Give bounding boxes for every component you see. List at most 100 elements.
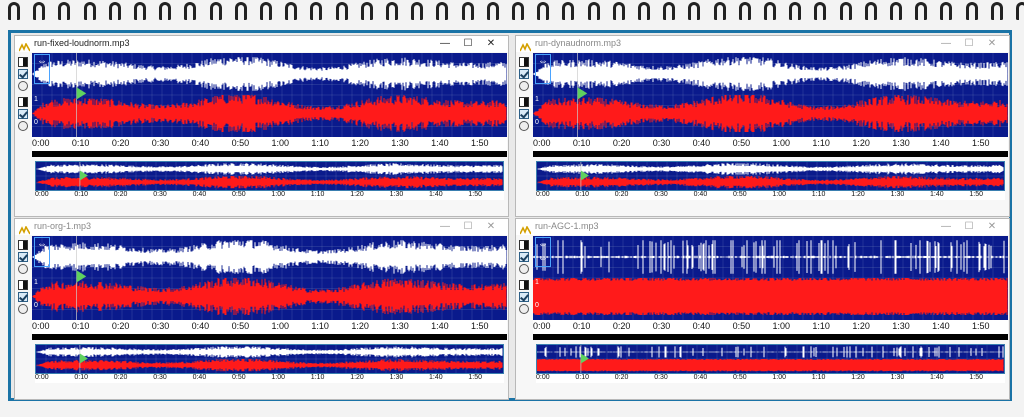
title-bar[interactable]: run-dynaudnorm.mp3 — ☐ ✕ bbox=[516, 36, 1009, 52]
overview-tick-label: 0:00 bbox=[35, 191, 49, 198]
channel-2-solo-checkbox[interactable] bbox=[18, 97, 28, 107]
channel-2-enable-checkbox[interactable] bbox=[519, 109, 529, 119]
overview-tick-label: 1:00 bbox=[271, 191, 286, 198]
channel-1-solo-checkbox[interactable] bbox=[18, 240, 28, 250]
close-button[interactable]: ✕ bbox=[985, 220, 999, 233]
waveform-view[interactable] bbox=[32, 53, 507, 142]
time-tick-label: 1:30 bbox=[892, 321, 910, 331]
scroll-track[interactable] bbox=[533, 151, 1008, 157]
selection-handles-icon[interactable]: ⇔ ⇔ bbox=[34, 54, 50, 84]
maximize-button[interactable]: ☐ bbox=[461, 220, 475, 233]
title-bar[interactable]: run-fixed-loudnorm.mp3 — ☐ ✕ bbox=[15, 36, 508, 52]
overview-tick-label: 0:50 bbox=[733, 191, 747, 198]
minimize-button[interactable]: — bbox=[438, 37, 452, 50]
selection-handles-icon[interactable]: ⇔ ⇔ bbox=[535, 237, 551, 267]
binding-ring-icon bbox=[184, 2, 197, 20]
audio-window[interactable]: run-dynaudnorm.mp3 — ☐ ✕ 1 0 ⇔ ⇔ 0:00 0:10 0:20 0:3… bbox=[515, 35, 1010, 217]
channel-1-solo-checkbox[interactable] bbox=[519, 57, 529, 67]
channel-2-enable-checkbox[interactable] bbox=[18, 292, 28, 302]
title-bar[interactable]: run-org-1.mp3 — ☐ ✕ bbox=[15, 219, 508, 235]
overview-tick-label: 0:10 bbox=[575, 374, 590, 381]
time-ruler[interactable]: 0:00 0:10 0:20 0:30 0:40 0:50 1:00 1:10 1:20 1:30… bbox=[32, 137, 507, 151]
channel-1-enable-checkbox[interactable] bbox=[519, 252, 529, 262]
minimize-button[interactable]: — bbox=[939, 220, 953, 233]
time-tick-label: 0:40 bbox=[191, 321, 210, 331]
waveform-view[interactable] bbox=[32, 236, 507, 325]
binding-ring-icon bbox=[915, 2, 928, 20]
overview-tick-label: 0:40 bbox=[192, 374, 207, 381]
overview-waveform[interactable] bbox=[536, 161, 1005, 191]
time-tick-label: 1:40 bbox=[431, 321, 449, 331]
scroll-track[interactable] bbox=[32, 334, 507, 340]
close-button[interactable]: ✕ bbox=[484, 37, 498, 50]
channel-2-solo-checkbox[interactable] bbox=[519, 280, 529, 290]
binding-ring-icon bbox=[638, 2, 650, 20]
channel-1-solo-checkbox[interactable] bbox=[519, 240, 529, 250]
channel-1-radio[interactable] bbox=[519, 81, 529, 91]
title-bar[interactable]: run-AGC-1.mp3 — ☐ ✕ bbox=[516, 219, 1009, 235]
channel-1-radio[interactable] bbox=[18, 81, 28, 91]
overview-waveform[interactable] bbox=[35, 344, 504, 374]
minimize-button[interactable]: — bbox=[438, 220, 452, 233]
scroll-track[interactable] bbox=[533, 334, 1008, 340]
channel-1-solo-checkbox[interactable] bbox=[18, 57, 28, 67]
audio-window[interactable]: run-AGC-1.mp3 — ☐ ✕ 1 0 ⇔ ⇔ 0:00 0:10 0:20 0:30 0:40… bbox=[515, 218, 1010, 400]
time-tick-label: 1:00 bbox=[271, 138, 290, 148]
channel-2-radio[interactable] bbox=[18, 121, 28, 131]
overview-waveform[interactable] bbox=[536, 344, 1005, 374]
close-button[interactable]: ✕ bbox=[484, 220, 498, 233]
overview-tick-label: 1:30 bbox=[890, 191, 905, 198]
channel-1-enable-checkbox[interactable] bbox=[519, 69, 529, 79]
binding-ring-icon bbox=[940, 2, 953, 20]
channel-2-radio[interactable] bbox=[18, 304, 28, 314]
binding-ring-icon bbox=[33, 2, 46, 20]
channel-1-enable-checkbox[interactable] bbox=[18, 252, 28, 262]
time-tick-label: 1:40 bbox=[932, 138, 950, 148]
window-title: run-org-1.mp3 bbox=[34, 221, 92, 231]
channel-2-enable-checkbox[interactable] bbox=[18, 109, 28, 119]
channel-2-solo-checkbox[interactable] bbox=[519, 97, 529, 107]
audio-window[interactable]: run-fixed-loudnorm.mp3 — ☐ ✕ 1 0 ⇔ ⇔ 0:00 0:10 0:2… bbox=[14, 35, 509, 217]
time-tick-label: 0:00 bbox=[533, 321, 551, 331]
close-button[interactable]: ✕ bbox=[985, 37, 999, 50]
channel-2-radio[interactable] bbox=[519, 304, 529, 314]
channel-1-radio[interactable] bbox=[519, 264, 529, 274]
overview-tick-label: 1:20 bbox=[350, 191, 364, 198]
maximize-button[interactable]: ☐ bbox=[461, 37, 475, 50]
channel-2-radio[interactable] bbox=[519, 121, 529, 131]
binding-ring-icon bbox=[58, 2, 71, 20]
time-tick-label: 0:00 bbox=[32, 321, 50, 331]
selection-handles-icon[interactable]: ⇔ ⇔ bbox=[535, 54, 551, 84]
maximize-button[interactable]: ☐ bbox=[962, 220, 976, 233]
time-ruler[interactable]: 0:00 0:10 0:20 0:30 0:40 0:50 1:00 1:10 1:20 1:30… bbox=[533, 137, 1008, 151]
selection-handles-icon[interactable]: ⇔ ⇔ bbox=[34, 237, 50, 267]
channel-2-enable-checkbox[interactable] bbox=[519, 292, 529, 302]
audio-window[interactable]: run-org-1.mp3 — ☐ ✕ 1 0 ⇔ ⇔ 0:00 0:10 0:20 0:30 0:40… bbox=[14, 218, 509, 400]
overview-waveform[interactable] bbox=[35, 161, 504, 191]
time-ruler[interactable]: 0:00 0:10 0:20 0:30 0:40 0:50 1:00 1:10 1:20 1:30… bbox=[533, 320, 1008, 334]
binding-ring-icon bbox=[310, 2, 323, 20]
waveform-view[interactable] bbox=[532, 236, 1008, 325]
audio-file-icon bbox=[519, 39, 532, 52]
maximize-button[interactable]: ☐ bbox=[962, 37, 976, 50]
binding-ring-icon bbox=[965, 2, 978, 20]
binding-ring-icon bbox=[990, 2, 1003, 20]
waveform-view[interactable] bbox=[533, 53, 1008, 142]
channel-2-solo-checkbox[interactable] bbox=[18, 280, 28, 290]
binding-ring-icon bbox=[789, 2, 802, 20]
binding-ring-icon bbox=[663, 2, 676, 20]
overview-tick-label: 0:10 bbox=[74, 374, 89, 381]
scroll-track[interactable] bbox=[32, 151, 507, 157]
time-tick-label: 0:50 bbox=[231, 321, 250, 331]
minimize-button[interactable]: — bbox=[939, 37, 953, 50]
overview-tick-label: 1:40 bbox=[429, 191, 443, 198]
time-ruler[interactable]: 0:00 0:10 0:20 0:30 0:40 0:50 1:00 1:10 1:20 1:30… bbox=[32, 320, 507, 334]
overview-tick-label: 1:40 bbox=[429, 374, 443, 381]
binding-ring-icon bbox=[209, 2, 222, 20]
channel-1-enable-checkbox[interactable] bbox=[18, 69, 28, 79]
time-tick-label: 0:30 bbox=[652, 138, 671, 148]
time-tick-label: 1:20 bbox=[852, 321, 870, 331]
time-tick-label: 1:20 bbox=[351, 138, 369, 148]
channel-1-radio[interactable] bbox=[18, 264, 28, 274]
overview-tick-label: 0:20 bbox=[614, 374, 629, 381]
